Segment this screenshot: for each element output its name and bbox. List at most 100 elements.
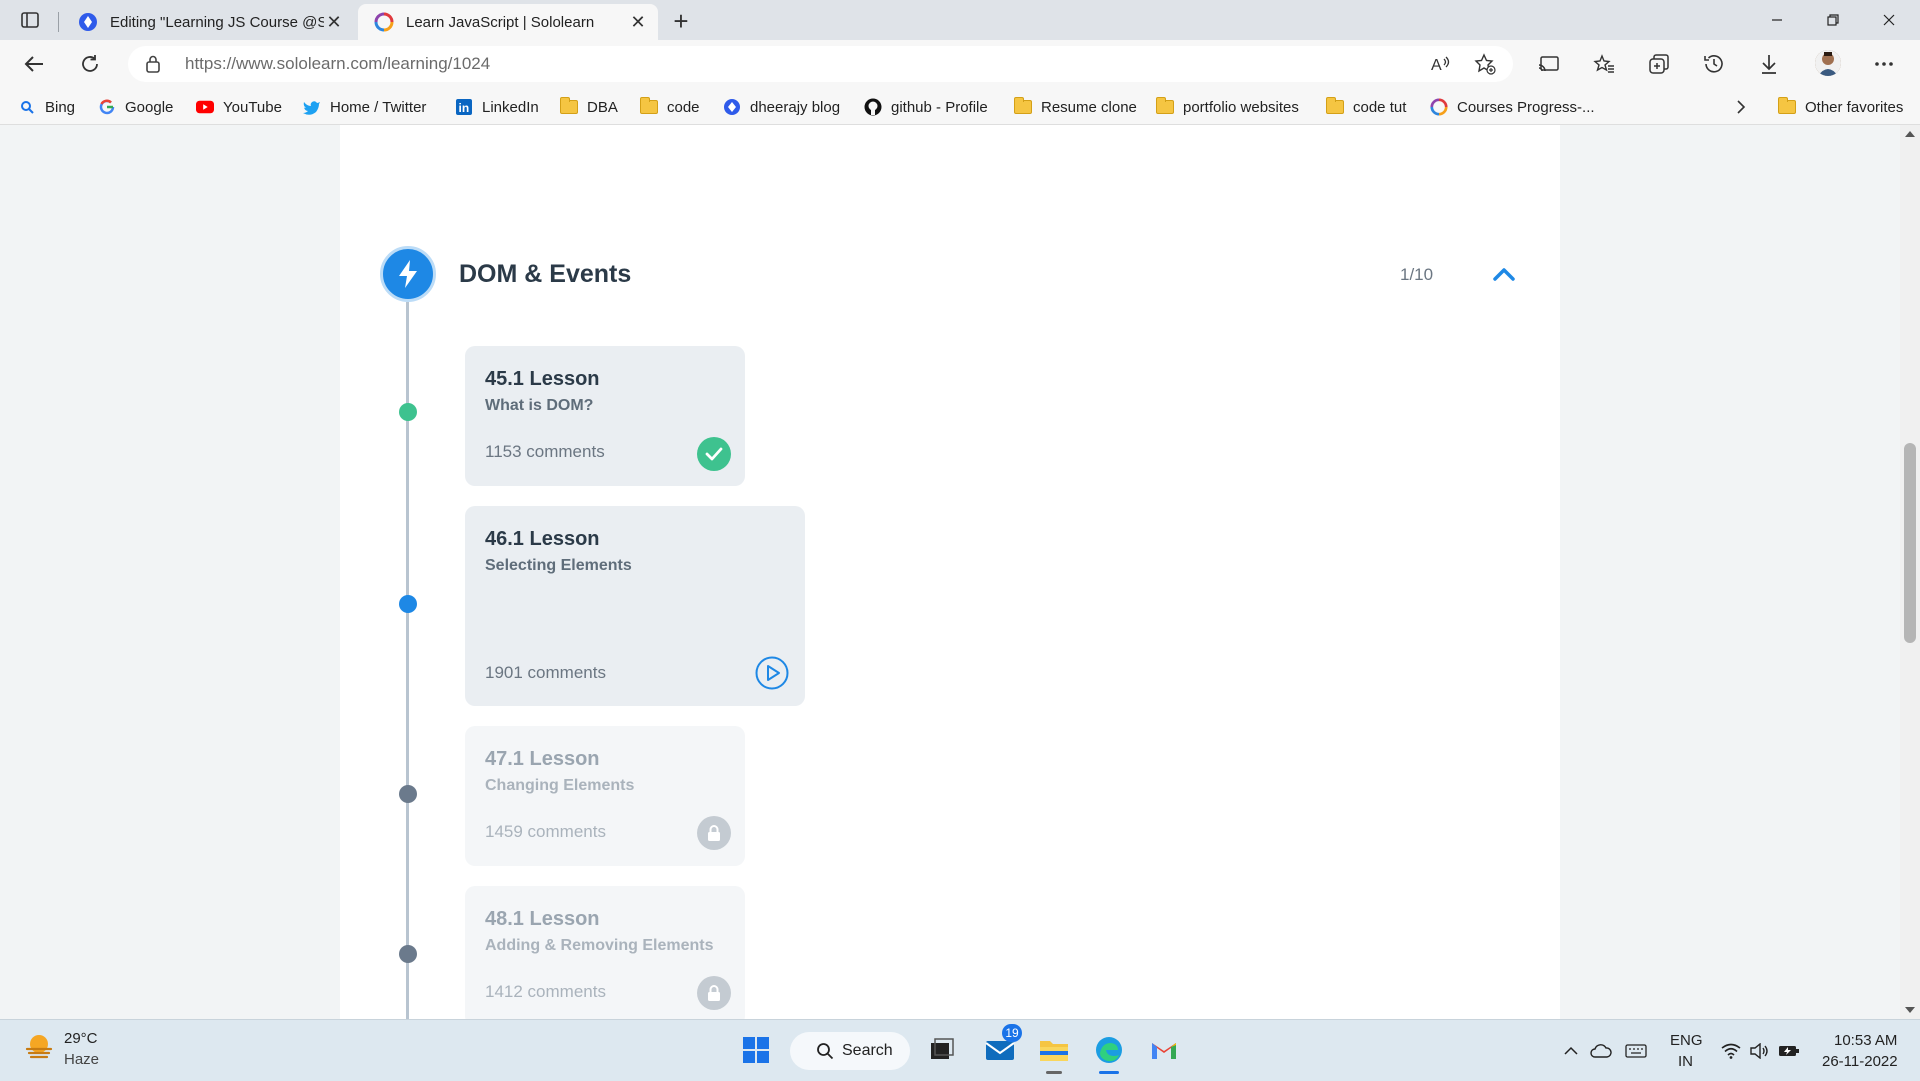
taskbar-search-button[interactable]: Search xyxy=(790,1032,910,1070)
lesson-comments-link[interactable]: 1412 comments xyxy=(485,982,606,1002)
linkedin-icon: in xyxy=(455,98,473,116)
add-favorite-button[interactable] xyxy=(1472,52,1498,76)
mail-app-button[interactable]: 19 xyxy=(980,1024,1022,1070)
collapse-module-button[interactable] xyxy=(1490,260,1518,288)
language-indicator[interactable]: ENG xyxy=(1670,1032,1703,1049)
weather-haze-icon[interactable] xyxy=(24,1032,54,1062)
restore-button[interactable] xyxy=(1806,0,1860,40)
cast-button[interactable] xyxy=(1535,50,1563,78)
bookmark-bing[interactable]: Bing xyxy=(18,96,75,118)
folder-icon xyxy=(560,97,578,116)
favorites-button[interactable] xyxy=(1590,50,1618,78)
lesson-card-locked[interactable]: 48.1 Lesson Adding & Removing Elements 1… xyxy=(465,886,745,1019)
lesson-card-completed[interactable]: 45.1 Lesson What is DOM? 1153 comments xyxy=(465,346,745,486)
folder-icon xyxy=(1040,1041,1068,1061)
lesson-subtitle: Selecting Elements xyxy=(485,557,632,574)
chevron-up-icon xyxy=(1493,268,1515,281)
url-text[interactable]: https://www.sololearn.com/learning/1024 xyxy=(185,54,490,74)
module-card: DOM & Events 1/10 45.1 Lesson What is DO… xyxy=(340,206,1560,1019)
play-button[interactable] xyxy=(755,656,789,690)
lesson-comments-link[interactable]: 1901 comments xyxy=(485,663,606,683)
region-indicator[interactable]: IN xyxy=(1678,1053,1693,1070)
new-tab-button[interactable]: + xyxy=(668,8,694,34)
module-progress: 1/10 xyxy=(1400,265,1434,284)
lock-icon xyxy=(697,976,731,1010)
back-button[interactable] xyxy=(18,48,50,80)
other-favorites-folder[interactable]: Other favorites xyxy=(1778,96,1903,118)
lesson-card-locked[interactable]: 47.1 Lesson Changing Elements 1459 comme… xyxy=(465,726,745,866)
lesson-title: 46.1 Lesson xyxy=(485,528,600,550)
downloads-button[interactable] xyxy=(1755,50,1783,78)
bookmark-youtube[interactable]: YouTube xyxy=(196,96,282,118)
folder-icon xyxy=(640,97,658,116)
lesson-card-current[interactable]: 46.1 Lesson Selecting Elements 1901 comm… xyxy=(465,506,805,706)
scrollbar-thumb[interactable] xyxy=(1904,443,1916,643)
windows-taskbar: 29°C Haze Search 19 ENG IN 10:53 AM 26-1… xyxy=(0,1019,1920,1081)
volume-button[interactable] xyxy=(1748,1040,1770,1062)
bookmarks-overflow-button[interactable] xyxy=(1736,96,1746,118)
bookmark-label: github - Profile xyxy=(891,98,988,116)
refresh-icon xyxy=(82,55,98,72)
url-path: /learning/1024 xyxy=(382,54,491,73)
folder-icon xyxy=(1326,97,1344,116)
bookmark-folder-portfolio[interactable]: portfolio websites xyxy=(1156,96,1299,118)
close-window-button[interactable] xyxy=(1862,0,1916,40)
bookmark-folder-code[interactable]: code xyxy=(640,96,700,118)
profile-avatar[interactable] xyxy=(1815,50,1841,76)
bookmark-linkedin[interactable]: in LinkedIn xyxy=(455,96,539,118)
lesson-title: 47.1 Lesson xyxy=(485,748,600,770)
tab-close-icon[interactable]: ✕ xyxy=(628,12,648,32)
other-favorites-label: Other favorites xyxy=(1805,98,1904,116)
restore-icon xyxy=(1827,14,1839,26)
wifi-button[interactable] xyxy=(1720,1040,1742,1062)
tab-actions-button[interactable] xyxy=(16,8,44,32)
bookmark-folder-resume[interactable]: Resume clone xyxy=(1014,96,1137,118)
tab-learn-javascript[interactable]: Learn JavaScript | Sololearn ✕ xyxy=(358,4,658,40)
windows-logo-icon xyxy=(743,1037,769,1063)
read-aloud-button[interactable]: A xyxy=(1428,52,1454,76)
collections-button[interactable] xyxy=(1645,50,1673,78)
touch-keyboard-button[interactable] xyxy=(1625,1040,1647,1062)
lesson-comments-link[interactable]: 1459 comments xyxy=(485,822,606,842)
battery-button[interactable] xyxy=(1778,1040,1800,1062)
task-view-button[interactable] xyxy=(922,1030,962,1070)
timeline-dot-completed xyxy=(399,403,417,421)
page-scrollbar[interactable] xyxy=(1900,125,1920,1019)
clock-date[interactable]: 26-11-2022 xyxy=(1822,1053,1898,1070)
bookmark-twitter[interactable]: Home / Twitter xyxy=(303,96,426,118)
lesson-title: 45.1 Lesson xyxy=(485,368,600,390)
tab-separator xyxy=(58,12,59,32)
lock-icon[interactable] xyxy=(146,55,160,73)
cast-icon xyxy=(1538,56,1559,72)
show-hidden-icons-button[interactable] xyxy=(1560,1040,1582,1062)
bookmark-folder-codetut[interactable]: code tut xyxy=(1326,96,1406,118)
svg-text:A: A xyxy=(1431,57,1442,74)
scroll-down-arrow-icon[interactable] xyxy=(1905,1007,1915,1013)
file-explorer-button[interactable] xyxy=(1034,1030,1074,1074)
gmail-button[interactable] xyxy=(1144,1030,1184,1070)
refresh-button[interactable] xyxy=(74,48,106,80)
more-icon xyxy=(1875,62,1893,66)
scroll-up-arrow-icon[interactable] xyxy=(1905,131,1915,137)
bookmark-blog[interactable]: dheerajy blog xyxy=(723,96,840,118)
minimize-button[interactable] xyxy=(1750,0,1804,40)
settings-menu-button[interactable] xyxy=(1870,50,1898,78)
tab-editing-course[interactable]: Editing "Learning JS Course @Sc ✕ xyxy=(62,4,354,40)
bookmark-courses[interactable]: Courses Progress-... xyxy=(1430,96,1595,118)
sololearn-icon xyxy=(1430,98,1448,116)
history-icon xyxy=(1704,55,1723,73)
lesson-comments-link[interactable]: 1153 comments xyxy=(485,442,605,462)
bookmark-google[interactable]: Google xyxy=(98,96,173,118)
start-button[interactable] xyxy=(736,1030,776,1070)
active-app-indicator xyxy=(1099,1071,1119,1074)
address-bar[interactable]: https://www.sololearn.com/learning/1024 … xyxy=(128,46,1513,82)
lightning-icon xyxy=(380,246,436,302)
weather-temperature: 29°C xyxy=(64,1030,98,1047)
clock-time[interactable]: 10:53 AM xyxy=(1834,1032,1897,1049)
tab-close-icon[interactable]: ✕ xyxy=(324,12,344,32)
onedrive-button[interactable] xyxy=(1590,1040,1612,1062)
bookmark-github[interactable]: github - Profile xyxy=(864,96,988,118)
edge-browser-button[interactable] xyxy=(1089,1030,1129,1074)
bookmark-folder-dba[interactable]: DBA xyxy=(560,96,618,118)
history-button[interactable] xyxy=(1700,50,1728,78)
